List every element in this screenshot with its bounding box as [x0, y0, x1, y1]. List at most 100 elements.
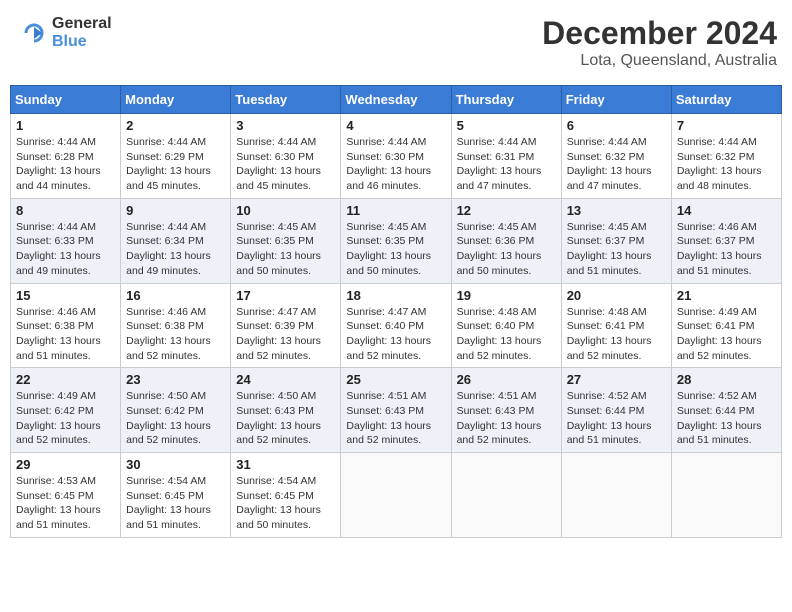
- day-info: Sunrise: 4:48 AMSunset: 6:41 PMDaylight:…: [567, 305, 666, 364]
- day-info: Sunrise: 4:44 AMSunset: 6:29 PMDaylight:…: [126, 135, 225, 194]
- day-of-week-header: Friday: [561, 86, 671, 114]
- day-info: Sunrise: 4:44 AMSunset: 6:30 PMDaylight:…: [346, 135, 445, 194]
- calendar-cell: 26 Sunrise: 4:51 AMSunset: 6:43 PMDayligh…: [451, 368, 561, 453]
- location-title: Lota, Queensland, Australia: [542, 52, 777, 70]
- calendar-cell: 18 Sunrise: 4:47 AMSunset: 6:40 PMDayligh…: [341, 283, 451, 368]
- day-number: 14: [677, 203, 776, 218]
- day-info: Sunrise: 4:44 AMSunset: 6:34 PMDaylight:…: [126, 220, 225, 279]
- day-number: 22: [16, 372, 115, 387]
- day-info: Sunrise: 4:49 AMSunset: 6:42 PMDaylight:…: [16, 389, 115, 448]
- day-number: 31: [236, 457, 335, 472]
- calendar-cell: 15 Sunrise: 4:46 AMSunset: 6:38 PMDayligh…: [11, 283, 121, 368]
- day-number: 26: [457, 372, 556, 387]
- logo-general-text: General: [52, 15, 112, 33]
- calendar-week-row: 8 Sunrise: 4:44 AMSunset: 6:33 PMDaylight…: [11, 198, 782, 283]
- day-info: Sunrise: 4:54 AMSunset: 6:45 PMDaylight:…: [236, 474, 335, 533]
- calendar-cell: 8 Sunrise: 4:44 AMSunset: 6:33 PMDaylight…: [11, 198, 121, 283]
- calendar-cell: 24 Sunrise: 4:50 AMSunset: 6:43 PMDayligh…: [231, 368, 341, 453]
- day-number: 15: [16, 288, 115, 303]
- day-info: Sunrise: 4:47 AMSunset: 6:39 PMDaylight:…: [236, 305, 335, 364]
- calendar-cell: 13Sunrise: 4:45 AMSunset: 6:37 PMDayligh…: [561, 198, 671, 283]
- day-info: Sunrise: 4:50 AMSunset: 6:43 PMDaylight:…: [236, 389, 335, 448]
- day-info: Sunrise: 4:46 AMSunset: 6:38 PMDaylight:…: [126, 305, 225, 364]
- day-number: 6: [567, 118, 666, 133]
- day-number: 30: [126, 457, 225, 472]
- day-number: 7: [677, 118, 776, 133]
- day-number: 21: [677, 288, 776, 303]
- calendar-cell: 11 Sunrise: 4:45 AMSunset: 6:35 PMDayligh…: [341, 198, 451, 283]
- day-info: Sunrise: 4:45 AMSunset: 6:36 PMDaylight:…: [457, 220, 556, 279]
- calendar-week-row: 29 Sunrise: 4:53 AMSunset: 6:45 PMDayligh…: [11, 453, 782, 538]
- day-of-week-header: Thursday: [451, 86, 561, 114]
- day-info: Sunrise: 4:44 AMSunset: 6:32 PMDaylight:…: [677, 135, 776, 194]
- calendar-cell: 1 Sunrise: 4:44 AMSunset: 6:28 PMDaylight…: [11, 114, 121, 199]
- calendar-cell: 19Sunrise: 4:48 AMSunset: 6:40 PMDayligh…: [451, 283, 561, 368]
- day-info: Sunrise: 4:52 AMSunset: 6:44 PMDaylight:…: [677, 389, 776, 448]
- day-info: Sunrise: 4:53 AMSunset: 6:45 PMDaylight:…: [16, 474, 115, 533]
- calendar-body: 1 Sunrise: 4:44 AMSunset: 6:28 PMDaylight…: [11, 114, 782, 538]
- calendar-cell: 2 Sunrise: 4:44 AMSunset: 6:29 PMDaylight…: [121, 114, 231, 199]
- month-title: December 2024: [542, 15, 777, 52]
- calendar-cell: 21Sunrise: 4:49 AMSunset: 6:41 PMDayligh…: [671, 283, 781, 368]
- day-info: Sunrise: 4:51 AMSunset: 6:43 PMDaylight:…: [346, 389, 445, 448]
- calendar-header: SundayMondayTuesdayWednesdayThursdayFrid…: [11, 86, 782, 114]
- day-number: 13: [567, 203, 666, 218]
- day-info: Sunrise: 4:44 AMSunset: 6:28 PMDaylight:…: [16, 135, 115, 194]
- day-of-week-header: Saturday: [671, 86, 781, 114]
- calendar-cell: 10Sunrise: 4:45 AMSunset: 6:35 PMDayligh…: [231, 198, 341, 283]
- calendar-cell: 28Sunrise: 4:52 AMSunset: 6:44 PMDayligh…: [671, 368, 781, 453]
- day-number: 18: [346, 288, 445, 303]
- calendar-cell: [341, 453, 451, 538]
- calendar-cell: 3 Sunrise: 4:44 AMSunset: 6:30 PMDaylight…: [231, 114, 341, 199]
- day-number: 9: [126, 203, 225, 218]
- calendar-cell: 5Sunrise: 4:44 AMSunset: 6:31 PMDaylight…: [451, 114, 561, 199]
- calendar-cell: 17 Sunrise: 4:47 AMSunset: 6:39 PMDayligh…: [231, 283, 341, 368]
- calendar-cell: 23 Sunrise: 4:50 AMSunset: 6:42 PMDayligh…: [121, 368, 231, 453]
- calendar-week-row: 1 Sunrise: 4:44 AMSunset: 6:28 PMDaylight…: [11, 114, 782, 199]
- calendar-cell: [561, 453, 671, 538]
- day-info: Sunrise: 4:45 AMSunset: 6:35 PMDaylight:…: [236, 220, 335, 279]
- day-number: 5: [457, 118, 556, 133]
- calendar-cell: 4Sunrise: 4:44 AMSunset: 6:30 PMDaylight…: [341, 114, 451, 199]
- logo-icon: [20, 19, 48, 47]
- day-number: 11: [346, 203, 445, 218]
- day-number: 17: [236, 288, 335, 303]
- day-of-week-header: Monday: [121, 86, 231, 114]
- day-info: Sunrise: 4:44 AMSunset: 6:30 PMDaylight:…: [236, 135, 335, 194]
- day-info: Sunrise: 4:47 AMSunset: 6:40 PMDaylight:…: [346, 305, 445, 364]
- day-info: Sunrise: 4:50 AMSunset: 6:42 PMDaylight:…: [126, 389, 225, 448]
- day-number: 1: [16, 118, 115, 133]
- day-info: Sunrise: 4:44 AMSunset: 6:33 PMDaylight:…: [16, 220, 115, 279]
- logo-blue-text: Blue: [52, 33, 112, 51]
- page-header: General Blue December 2024 Lota, Queensl…: [10, 10, 782, 75]
- day-number: 29: [16, 457, 115, 472]
- calendar-cell: 7 Sunrise: 4:44 AMSunset: 6:32 PMDaylight…: [671, 114, 781, 199]
- day-info: Sunrise: 4:46 AMSunset: 6:37 PMDaylight:…: [677, 220, 776, 279]
- calendar-week-row: 15 Sunrise: 4:46 AMSunset: 6:38 PMDayligh…: [11, 283, 782, 368]
- title-block: December 2024 Lota, Queensland, Australi…: [542, 15, 777, 70]
- calendar-cell: 9 Sunrise: 4:44 AMSunset: 6:34 PMDaylight…: [121, 198, 231, 283]
- day-info: Sunrise: 4:45 AMSunset: 6:35 PMDaylight:…: [346, 220, 445, 279]
- day-number: 3: [236, 118, 335, 133]
- day-info: Sunrise: 4:48 AMSunset: 6:40 PMDaylight:…: [457, 305, 556, 364]
- day-number: 24: [236, 372, 335, 387]
- day-number: 23: [126, 372, 225, 387]
- calendar-cell: 30 Sunrise: 4:54 AMSunset: 6:45 PMDayligh…: [121, 453, 231, 538]
- calendar-table: SundayMondayTuesdayWednesdayThursdayFrid…: [10, 85, 782, 538]
- day-info: Sunrise: 4:54 AMSunset: 6:45 PMDaylight:…: [126, 474, 225, 533]
- day-number: 2: [126, 118, 225, 133]
- day-info: Sunrise: 4:51 AMSunset: 6:43 PMDaylight:…: [457, 389, 556, 448]
- day-number: 8: [16, 203, 115, 218]
- calendar-cell: 14 Sunrise: 4:46 AMSunset: 6:37 PMDayligh…: [671, 198, 781, 283]
- day-info: Sunrise: 4:44 AMSunset: 6:32 PMDaylight:…: [567, 135, 666, 194]
- day-number: 20: [567, 288, 666, 303]
- logo: General Blue: [20, 15, 112, 50]
- day-number: 27: [567, 372, 666, 387]
- day-info: Sunrise: 4:46 AMSunset: 6:38 PMDaylight:…: [16, 305, 115, 364]
- calendar-cell: [671, 453, 781, 538]
- day-number: 16: [126, 288, 225, 303]
- day-of-week-header: Wednesday: [341, 86, 451, 114]
- calendar-cell: 27 Sunrise: 4:52 AMSunset: 6:44 PMDayligh…: [561, 368, 671, 453]
- day-info: Sunrise: 4:52 AMSunset: 6:44 PMDaylight:…: [567, 389, 666, 448]
- day-number: 12: [457, 203, 556, 218]
